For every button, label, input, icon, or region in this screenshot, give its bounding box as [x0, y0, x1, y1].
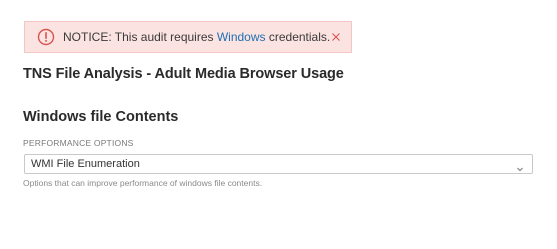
- performance-options-selected-value: WMI File Enumeration: [31, 158, 140, 170]
- notice-banner: NOTICE: This audit requires Windows cred…: [24, 21, 352, 53]
- performance-options-select[interactable]: WMI File Enumeration: [24, 154, 533, 174]
- section-title: Windows file Contents: [23, 109, 179, 125]
- close-icon[interactable]: [328, 29, 344, 45]
- notice-windows-link[interactable]: Windows: [217, 30, 266, 44]
- alert-circle-icon: [37, 28, 55, 46]
- page-title: TNS File Analysis - Adult Media Browser …: [23, 66, 344, 82]
- notice-suffix: credentials.: [265, 30, 331, 44]
- chevron-down-icon: [516, 160, 524, 172]
- notice-prefix: NOTICE: This audit requires: [63, 30, 217, 44]
- performance-options-label: PERFORMANCE OPTIONS: [23, 138, 134, 148]
- performance-options-help: Options that can improve performance of …: [23, 178, 263, 188]
- notice-text: NOTICE: This audit requires Windows cred…: [63, 30, 330, 45]
